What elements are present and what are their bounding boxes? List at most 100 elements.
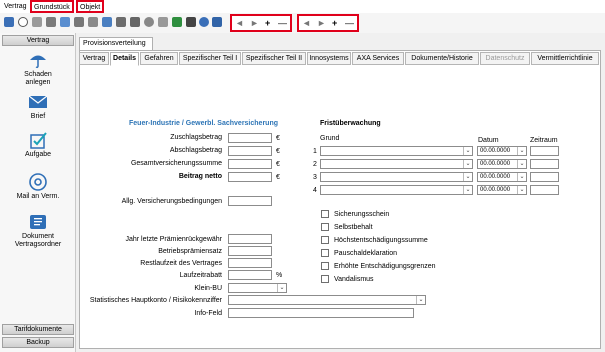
sidebar-button-backup[interactable]: Backup: [2, 337, 74, 348]
tab-details[interactable]: Details: [110, 52, 139, 66]
checkbox-erhoehte-grenzen[interactable]: [321, 262, 329, 270]
calendar-icon[interactable]: [74, 17, 84, 27]
next-icon[interactable]: ►: [317, 17, 326, 29]
chevron-down-icon: ⌄: [463, 173, 472, 181]
add-icon[interactable]: +: [265, 17, 270, 29]
tab-axa-services[interactable]: AXA Services: [352, 52, 404, 65]
datum-input-4[interactable]: 00.00.0000 ⌄: [477, 185, 527, 195]
grund-select-1[interactable]: ⌄: [320, 146, 473, 156]
cancel-icon[interactable]: [18, 17, 28, 27]
tab-vermittlerrichtlinie[interactable]: Vermittlerrichtlinie: [531, 52, 599, 65]
tab-spezifischer-teil-2[interactable]: Spezifischer Teil II: [242, 52, 306, 65]
zeitraum-input-2[interactable]: [530, 159, 559, 169]
zeitraum-input-1[interactable]: [530, 146, 559, 156]
next-icon[interactable]: ►: [250, 17, 259, 29]
save-icon[interactable]: [4, 17, 14, 27]
sidebar-action-label: Aufgabe: [24, 151, 52, 158]
pager-objekt: ◄ ► + —: [297, 14, 359, 32]
checkbox-label: Höchstentschädigungssumme: [334, 237, 428, 244]
datum-input-1[interactable]: 00.00.0000 ⌄: [477, 146, 527, 156]
laufzeit-input[interactable]: [228, 270, 272, 280]
home-icon[interactable]: [102, 17, 112, 27]
panel-tab-provisionsverteilung[interactable]: Provisionsverteilung: [79, 37, 153, 51]
zeitraum-input-4[interactable]: [530, 185, 559, 195]
tab-vertrag[interactable]: Vertrag: [79, 52, 109, 65]
checkbox-pauschaldeklaration[interactable]: [321, 249, 329, 257]
restlauf-label: Restlaufzeit des Vertrages: [140, 260, 222, 267]
menu-objekt[interactable]: Objekt: [76, 0, 105, 13]
datum-input-2[interactable]: 00.00.0000 ⌄: [477, 159, 527, 169]
percent-label: %: [276, 272, 283, 279]
checkbox-hoechstentschaedigung[interactable]: [321, 236, 329, 244]
list-icon[interactable]: [32, 17, 42, 27]
date-value: 00.00.0000: [480, 174, 511, 180]
sidebar-action-label: Brief: [30, 113, 46, 120]
checkbox-sicherungsschein[interactable]: [321, 210, 329, 218]
sidebar-action-label: Mail an Verm.: [16, 193, 60, 200]
frist-title: Fristüberwachung: [320, 120, 381, 127]
sidebar-action-dokument[interactable]: Dokument Vertragsordner: [2, 213, 74, 249]
menu-grundstueck[interactable]: Grundstück: [30, 0, 74, 13]
prev-icon[interactable]: ◄: [235, 17, 244, 29]
phone-icon[interactable]: [144, 17, 154, 27]
currency-label: €: [276, 135, 280, 142]
zuschlag-input[interactable]: [228, 133, 272, 143]
calculator-icon[interactable]: [186, 17, 196, 27]
tab-spezifischer-teil-1[interactable]: Spezifischer Teil I: [179, 52, 241, 65]
datum-input-3[interactable]: 00.00.0000 ⌄: [477, 172, 527, 182]
betrieb-input[interactable]: [228, 246, 272, 256]
avb-input[interactable]: [228, 196, 272, 206]
menu-vertrag[interactable]: Vertrag: [2, 1, 29, 12]
add-icon[interactable]: +: [332, 17, 337, 29]
sidebar-action-label: Schaden anlegen: [24, 71, 52, 86]
sidebar-action-schaden[interactable]: Schaden anlegen: [2, 51, 74, 87]
help-icon[interactable]: [199, 17, 209, 27]
sidebar-button-tarifdokumente[interactable]: Tarifdokumente: [2, 324, 74, 335]
currency-label: €: [276, 148, 280, 155]
abschlag-label: Abschlagsbetrag: [169, 147, 222, 154]
jahr-input[interactable]: [228, 234, 272, 244]
col-datum: Datum: [478, 137, 499, 144]
remove-icon[interactable]: —: [278, 17, 287, 29]
gesamt-input[interactable]: [228, 159, 272, 169]
chevron-down-icon: ⌄: [517, 160, 526, 168]
klein-select[interactable]: ⌄: [228, 283, 287, 293]
beitrag-label: Beitrag netto: [178, 173, 222, 180]
zuschlag-label: Zuschlagsbetrag: [170, 134, 222, 141]
camera-icon[interactable]: [130, 17, 140, 27]
abschlag-input[interactable]: [228, 146, 272, 156]
remove-icon[interactable]: —: [345, 17, 354, 29]
tab-dokumente-historie[interactable]: Dokumente/Historie: [405, 52, 479, 65]
check-icon[interactable]: [172, 17, 182, 27]
sidebar-action-mail[interactable]: Mail an Verm.: [2, 173, 74, 201]
tab-innosystems[interactable]: Innosystems: [307, 52, 351, 65]
grund-select-4[interactable]: ⌄: [320, 185, 473, 195]
grund-select-3[interactable]: ⌄: [320, 172, 473, 182]
checkbox-vandalismus[interactable]: [321, 275, 329, 283]
restlauf-input[interactable]: [228, 258, 272, 268]
stat-select[interactable]: ⌄: [228, 295, 426, 305]
tag-icon[interactable]: [46, 17, 56, 27]
grund-select-2[interactable]: ⌄: [320, 159, 473, 169]
sidebar-action-brief[interactable]: Brief: [2, 93, 74, 121]
date-value: 00.00.0000: [480, 161, 511, 167]
checkbox-selbstbehalt[interactable]: [321, 223, 329, 231]
umbrella-icon: [30, 55, 46, 69]
gesamt-label: Gesamtversicherungssumme: [130, 160, 222, 167]
stat-label: Statistisches Hauptkonto / Risikokennzif…: [89, 297, 222, 304]
prev-icon[interactable]: ◄: [302, 17, 311, 29]
sidebar-action-aufgabe[interactable]: Aufgabe: [2, 131, 74, 159]
tab-gefahren[interactable]: Gefahren: [140, 52, 178, 65]
house-icon[interactable]: [116, 17, 126, 27]
doc-blue-icon[interactable]: [212, 17, 222, 27]
checkbox-label: Vandalismus: [334, 276, 374, 283]
document-icon[interactable]: [60, 17, 70, 27]
envelope-icon: [28, 95, 48, 108]
clipboard-icon[interactable]: [88, 17, 98, 27]
jahr-label: Jahr letzte Prämienrückgewähr: [125, 236, 223, 243]
beitrag-input[interactable]: [228, 172, 272, 182]
zeitraum-input-3[interactable]: [530, 172, 559, 182]
info-input[interactable]: [228, 308, 414, 318]
settings-icon[interactable]: [158, 17, 168, 27]
sidebar-header-vertrag[interactable]: Vertrag: [2, 35, 74, 46]
